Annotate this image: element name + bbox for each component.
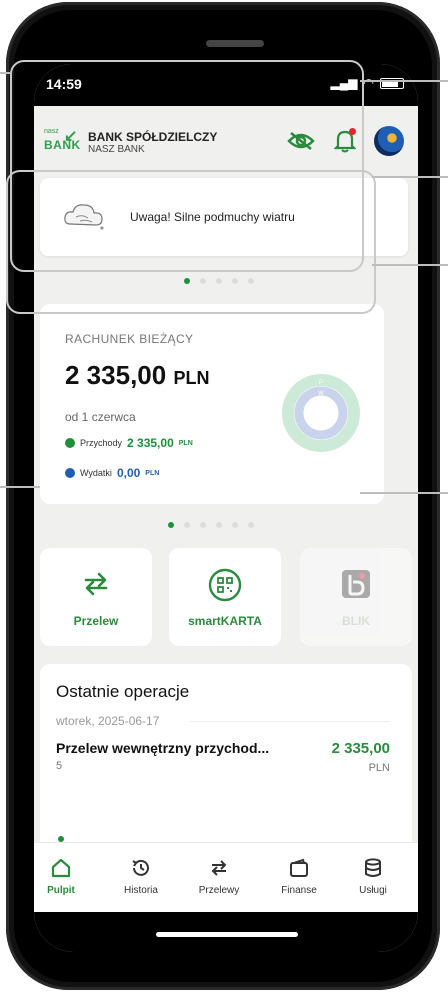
- pager-dot[interactable]: [216, 522, 222, 528]
- blik-label: BLIK: [342, 614, 370, 628]
- bottom-navigation: Pulpit Historia Przelewy Finanse Usługi: [34, 842, 418, 913]
- callout-line: [360, 80, 448, 82]
- wallet-icon: [290, 858, 308, 877]
- phone-speaker: [206, 40, 264, 47]
- income-row: Przychody 2 335,00 PLN: [65, 436, 193, 450]
- callout-line: [360, 492, 448, 494]
- pager-dot[interactable]: [184, 522, 190, 528]
- blik-button[interactable]: BLIK: [300, 548, 412, 646]
- expense-value: 0,00: [116, 466, 141, 480]
- qr-card-icon: [169, 568, 281, 602]
- pager-dot[interactable]: [200, 522, 206, 528]
- home-indicator[interactable]: [156, 932, 298, 937]
- nav-item-przelewy[interactable]: Przelewy: [184, 857, 254, 896]
- database-icon: [365, 858, 381, 877]
- callout-line: [0, 486, 40, 488]
- date-divider: [190, 721, 390, 722]
- ring-label-p: P: [319, 380, 323, 386]
- operation-name: Przelew wewnętrzny przychod...: [56, 740, 270, 756]
- expense-ring: [294, 386, 348, 440]
- income-expense-ring-chart: P W: [282, 374, 360, 452]
- income-value: 2 335,00: [127, 436, 174, 450]
- callout-line: [372, 176, 448, 178]
- income-label: Przychody: [80, 438, 123, 448]
- history-icon: [132, 859, 149, 876]
- ring-label-w: W: [318, 391, 324, 397]
- operation-date: wtorek, 2025-06-17: [56, 714, 160, 728]
- nav-item-finanse[interactable]: Finanse: [264, 857, 334, 896]
- transfer-arrows-icon: [40, 568, 152, 600]
- nav-item-pulpit[interactable]: Pulpit: [34, 857, 96, 896]
- expense-row: Wydatki 0,00 PLN: [65, 466, 159, 480]
- wifi-icon: ◠: [363, 76, 374, 90]
- expense-label: Wydatki: [80, 468, 112, 478]
- recent-operations-title: Ostatnie operacje: [56, 682, 190, 701]
- callout-line: [372, 264, 448, 266]
- blik-logo-icon: [300, 568, 412, 600]
- nav-item-uslugi[interactable]: Usługi: [338, 857, 408, 896]
- smartkarta-label: smartKARTA: [188, 614, 262, 628]
- pager-dot[interactable]: [168, 522, 174, 528]
- avatar: [374, 126, 404, 156]
- expense-dot: [65, 468, 75, 478]
- callout-line: [0, 72, 12, 74]
- smartkarta-button[interactable]: smartKARTA: [169, 548, 281, 646]
- income-dot: [65, 438, 75, 448]
- account-period: od 1 czerwca: [65, 410, 136, 424]
- account-pager: [168, 522, 254, 528]
- operation-currency: PLN: [368, 762, 390, 774]
- pager-dot[interactable]: [232, 522, 238, 528]
- account-title: RACHUNEK BIEŻĄCY: [65, 332, 194, 346]
- pager-dot[interactable]: [248, 522, 254, 528]
- profile-button[interactable]: [374, 126, 404, 156]
- transfer-button[interactable]: Przelew: [40, 548, 152, 646]
- operation-subtitle: 5: [56, 760, 63, 772]
- transfers-icon: [211, 860, 227, 876]
- nav-item-historia[interactable]: Historia: [106, 857, 176, 896]
- operation-amount: 2 335,00: [331, 740, 390, 757]
- account-card[interactable]: RACHUNEK BIEŻĄCY 2 335,00 PLN od 1 czerw…: [40, 304, 384, 504]
- transfer-label: Przelew: [73, 614, 119, 628]
- account-balance: 2 335,00 PLN: [65, 360, 210, 390]
- home-icon: [51, 858, 71, 878]
- recent-operations-card: Ostatnie operacje wtorek, 2025-06-17 Prz…: [40, 664, 412, 864]
- callout-frame-weather: [6, 170, 376, 314]
